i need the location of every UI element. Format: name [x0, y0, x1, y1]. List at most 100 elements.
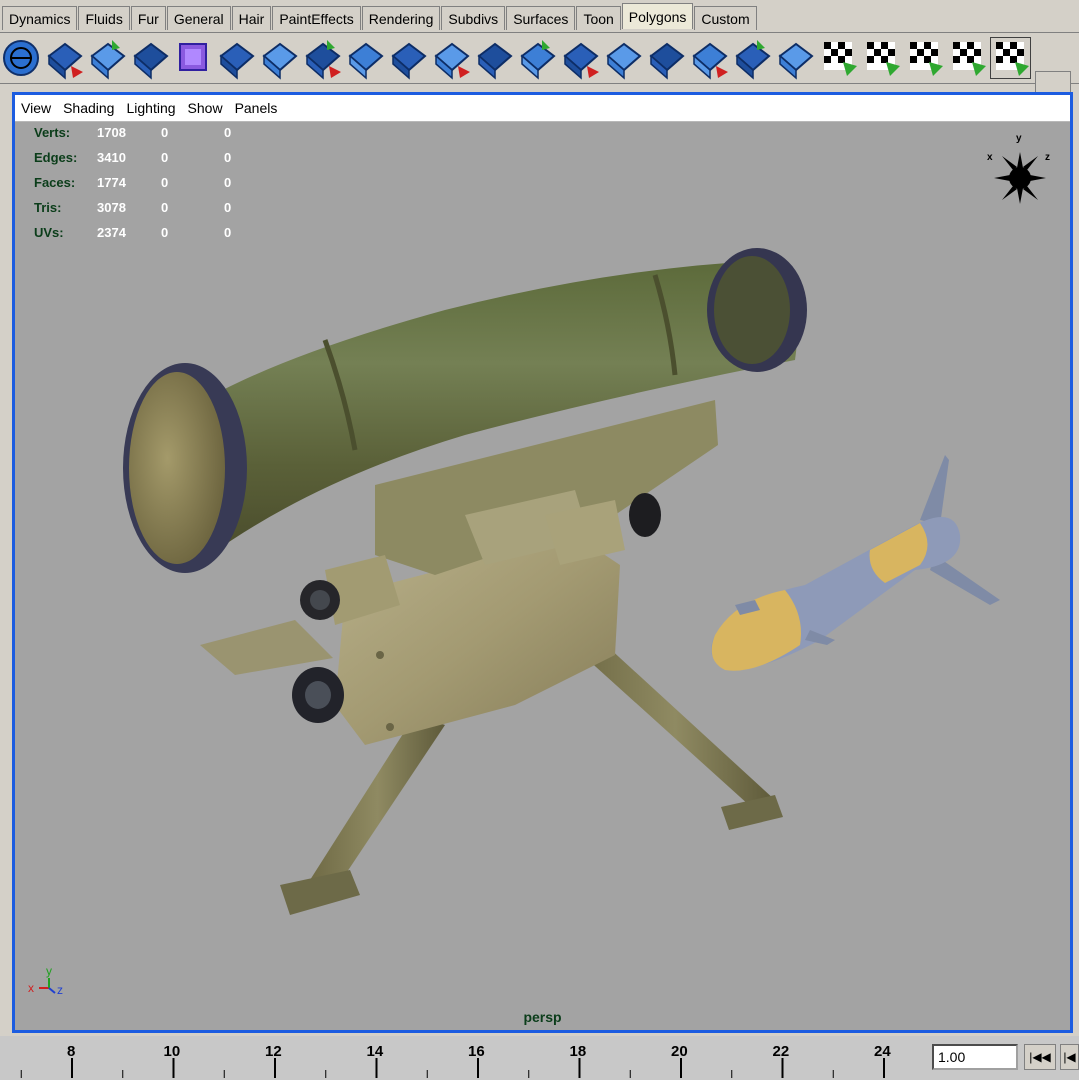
spherical-mapping-icon — [824, 42, 857, 76]
automatic-mapping-button[interactable] — [860, 36, 903, 80]
keep-faces-button[interactable] — [688, 36, 731, 80]
split-polygon-button[interactable] — [215, 36, 258, 80]
tab-fur[interactable]: Fur — [130, 6, 166, 30]
triangulate-button[interactable] — [516, 36, 559, 80]
scene-canvas[interactable]: y x z x y z — [15, 95, 1070, 1030]
hud-value: 0 — [224, 225, 232, 240]
optic-hood — [200, 620, 333, 675]
axis-z-label: z — [57, 983, 63, 997]
extrude-face-button[interactable] — [43, 36, 86, 80]
split-polygon-icon — [219, 42, 255, 80]
panel-menu-bar: View Shading Lighting Show Panels — [15, 95, 1070, 122]
combine-button[interactable] — [86, 36, 129, 80]
checker-uv-icon — [910, 42, 943, 76]
time-tick-label: 20 — [671, 1043, 688, 1060]
hud-value: 1708 — [97, 125, 126, 140]
tab-surfaces[interactable]: Surfaces — [506, 6, 576, 30]
launcher-model[interactable] — [123, 248, 807, 915]
bevel-button[interactable] — [301, 36, 344, 80]
rewind-to-start-button[interactable]: |◀◀ — [1024, 1044, 1056, 1070]
axis-x-label: x — [28, 981, 34, 995]
cylindrical-mapping-icon — [778, 42, 814, 80]
planar-mapping-button[interactable] — [731, 36, 774, 80]
tab-dynamics[interactable]: Dynamics — [2, 6, 78, 30]
shelf-tabs: Dynamics Fluids Fur General Hair PaintEffects… — [2, 3, 758, 32]
collapse-icon — [649, 42, 685, 80]
perspective-viewport[interactable]: y x z x y z View Shading Lighting Show Panel… — [12, 92, 1073, 1033]
missile-model[interactable] — [711, 455, 1000, 671]
hud-value: 0 — [224, 175, 232, 190]
panel-menu-panels[interactable]: Panels — [229, 95, 284, 121]
axis-y-label: y — [46, 964, 52, 978]
time-tick-label: 18 — [569, 1043, 587, 1060]
hud-value: 3410 — [97, 150, 126, 165]
axis-gizmo: x y z — [28, 964, 63, 997]
separate-button[interactable] — [129, 36, 172, 80]
tab-general[interactable]: General — [166, 6, 231, 30]
tab-subdivs[interactable]: Subdivs — [441, 6, 506, 30]
uv-texture-editor-button[interactable] — [989, 36, 1032, 80]
hud-label: UVs: — [34, 225, 64, 240]
step-back-button[interactable]: |◀ — [1060, 1044, 1079, 1070]
merge-vertices-icon — [606, 42, 642, 80]
subdivide-button[interactable] — [473, 36, 516, 80]
hud-value: 0 — [224, 150, 232, 165]
triangulate-icon — [520, 40, 556, 80]
time-ruler[interactable] — [0, 1036, 930, 1080]
hud-value: 0 — [224, 200, 232, 215]
automatic-mapping-icon — [867, 42, 900, 76]
panel-menu-view[interactable]: View — [15, 95, 57, 121]
view-compass[interactable]: y x z — [987, 133, 1050, 204]
camera-name-label: persp — [523, 1009, 562, 1025]
select-polygon-button[interactable] — [258, 36, 301, 80]
collapse-button[interactable] — [645, 36, 688, 80]
panel-menu-lighting[interactable]: Lighting — [120, 95, 181, 121]
time-tick-label: 12 — [265, 1043, 282, 1060]
separate-icon — [133, 42, 169, 80]
layout-uv-button[interactable] — [946, 36, 989, 80]
tab-fluids[interactable]: Fluids — [78, 6, 130, 30]
quadrangulate-button[interactable] — [559, 36, 602, 80]
extract-button[interactable] — [387, 36, 430, 80]
tab-toon[interactable]: Toon — [576, 6, 621, 30]
spherical-mapping-button[interactable] — [817, 36, 860, 80]
current-frame-field[interactable]: 1.00 — [932, 1044, 1018, 1070]
duplicate-face-button[interactable] — [344, 36, 387, 80]
hud-value: 3078 — [97, 200, 126, 215]
time-slider[interactable]: 8 10 12 14 16 18 20 22 24 1.00 |◀◀ |◀ — [0, 1036, 1079, 1080]
tab-custom[interactable]: Custom — [694, 6, 757, 30]
panel-menu-shading[interactable]: Shading — [57, 95, 120, 121]
missile-warhead — [711, 590, 801, 671]
uv-texture-editor-icon — [996, 42, 1029, 76]
planar-mapping-icon — [735, 40, 771, 80]
layout-uv-icon — [953, 42, 986, 76]
hud-value: 0 — [161, 200, 169, 215]
subdivide-icon — [477, 42, 513, 80]
extrude-face-icon — [47, 42, 83, 80]
hud-value: 1774 — [97, 175, 126, 190]
time-tick-label: 14 — [366, 1043, 384, 1060]
tab-painteffects[interactable]: PaintEffects — [272, 6, 361, 30]
tab-hair[interactable]: Hair — [231, 6, 272, 30]
smooth-icon — [434, 42, 470, 80]
keep-faces-icon — [692, 42, 728, 80]
polygon-sphere-button[interactable] — [0, 36, 43, 80]
cube-button[interactable] — [172, 36, 215, 80]
time-tick-label: 16 — [468, 1043, 485, 1060]
hud-value: 0 — [224, 125, 232, 140]
merge-vertices-button[interactable] — [602, 36, 645, 80]
hud-value: 2374 — [97, 225, 126, 240]
hud-label: Verts: — [34, 125, 71, 140]
tab-polygons[interactable]: Polygons — [621, 3, 694, 29]
cylindrical-mapping-button[interactable] — [774, 36, 817, 80]
compass-x-label: x — [987, 152, 993, 163]
smooth-button[interactable] — [430, 36, 473, 80]
shelf-tools — [0, 36, 1032, 80]
missile-fin-top — [920, 455, 949, 525]
hud-label: Tris: — [34, 200, 62, 215]
checker-uv-button[interactable] — [903, 36, 946, 80]
tab-rendering[interactable]: Rendering — [361, 6, 441, 30]
panel-menu-show[interactable]: Show — [182, 95, 229, 121]
time-tick-label: 8 — [67, 1043, 76, 1060]
hud-label: Edges: — [34, 150, 78, 165]
